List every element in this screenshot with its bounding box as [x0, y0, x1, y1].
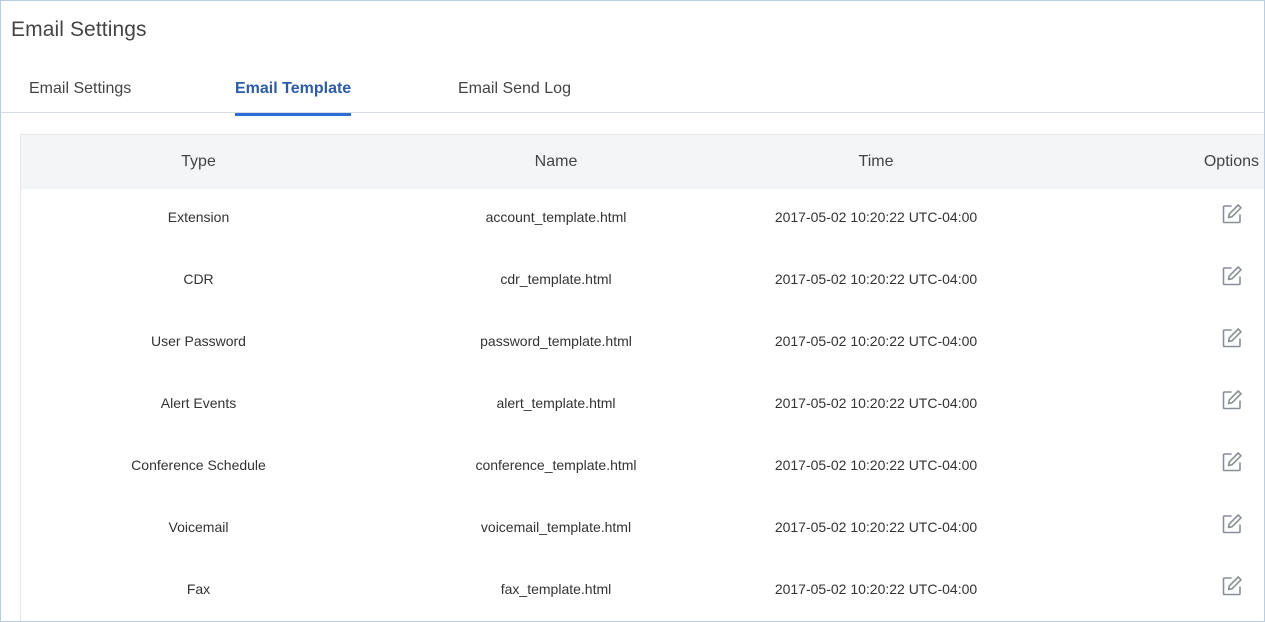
edit-icon[interactable]: [1221, 575, 1243, 597]
cell-type: Alert Events: [160, 395, 237, 411]
table-header: Type Name Time Options: [21, 135, 1264, 189]
cell-name: cdr_template.html: [500, 271, 612, 287]
table-row: Fax fax_template.html 2017-05-02 10:20:2…: [21, 561, 1264, 621]
tab-email-settings[interactable]: Email Settings: [29, 80, 131, 116]
cell-name: fax_template.html: [500, 581, 612, 597]
edit-icon[interactable]: [1221, 513, 1243, 535]
tab-email-template[interactable]: Email Template: [235, 80, 352, 116]
table-row: Alert Events alert_template.html 2017-05…: [21, 375, 1264, 438]
cell-type: CDR: [183, 271, 214, 287]
cell-name: conference_template.html: [475, 457, 637, 473]
cell-time: 2017-05-02 10:20:22 UTC-04:00: [774, 271, 978, 287]
edit-icon[interactable]: [1221, 327, 1243, 349]
edit-icon[interactable]: [1221, 265, 1243, 287]
cell-name: account_template.html: [485, 209, 627, 225]
edit-icon[interactable]: [1221, 451, 1243, 473]
column-header-time: Time: [858, 153, 894, 170]
table-row: Extension account_template.html 2017-05-…: [21, 189, 1264, 252]
cell-type: Voicemail: [168, 519, 229, 535]
table-row: CDR cdr_template.html 2017-05-02 10:20:2…: [21, 251, 1264, 314]
column-header-type: Type: [181, 153, 216, 170]
table-row: Conference Schedule conference_template.…: [21, 437, 1264, 500]
cell-time: 2017-05-02 10:20:22 UTC-04:00: [774, 395, 978, 411]
cell-name: alert_template.html: [496, 395, 616, 411]
cell-type: Fax: [186, 581, 211, 597]
cell-type: Conference Schedule: [131, 457, 266, 473]
cell-time: 2017-05-02 10:20:22 UTC-04:00: [774, 333, 978, 349]
email-settings-panel: Email Settings Email Settings Email Temp…: [0, 0, 1265, 622]
cell-name: password_template.html: [480, 333, 632, 349]
column-header-name: Name: [534, 153, 578, 170]
column-header-options: Options: [1203, 153, 1259, 170]
table-row: Voicemail voicemail_template.html 2017-0…: [21, 499, 1264, 562]
tab-email-send-log[interactable]: Email Send Log: [458, 80, 571, 116]
email-template-table: Type Name Time Options Extension account…: [20, 134, 1264, 621]
cell-time: 2017-05-02 10:20:22 UTC-04:00: [774, 519, 978, 535]
cell-time: 2017-05-02 10:20:22 UTC-04:00: [774, 457, 978, 473]
cell-type: User Password: [151, 333, 246, 349]
cell-name: voicemail_template.html: [480, 519, 632, 535]
page-title: Email Settings: [11, 18, 147, 41]
cell-time: 2017-05-02 10:20:22 UTC-04:00: [774, 209, 978, 225]
cell-type: Extension: [167, 209, 230, 225]
table-row: User Password password_template.html 201…: [21, 313, 1264, 376]
edit-icon[interactable]: [1221, 203, 1243, 225]
edit-icon[interactable]: [1221, 389, 1243, 411]
tab-bar: Email Settings Email Template Email Send…: [1, 76, 1264, 116]
cell-time: 2017-05-02 10:20:22 UTC-04:00: [774, 581, 978, 597]
